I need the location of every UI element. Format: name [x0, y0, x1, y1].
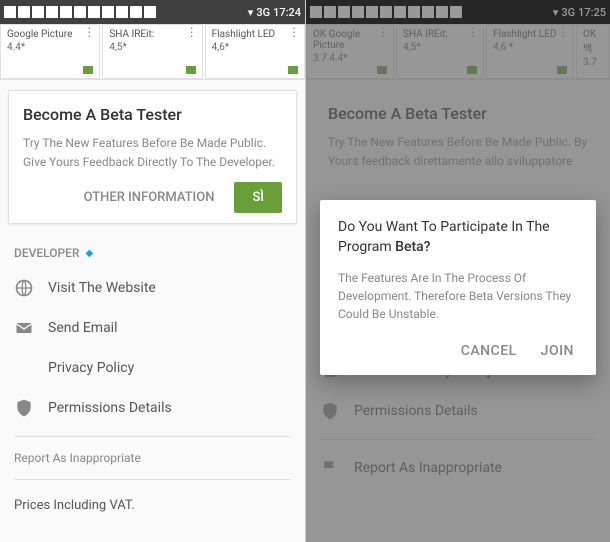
privacy-policy-row[interactable]: Privacy Policy: [0, 348, 305, 388]
app-cards-row[interactable]: ⋮ Google Picture 4.4* ⋮ SHA IREit: 4,5* …: [0, 24, 305, 80]
more-icon[interactable]: ⋮: [186, 29, 198, 35]
visit-website-row[interactable]: Visit The Website: [0, 268, 305, 308]
join-button[interactable]: JOIN: [537, 337, 578, 365]
left-screenshot: ▾ 3G 17:24 ⋮ Google Picture 4.4* ⋮ SHA I…: [0, 0, 305, 542]
app-rating: 4,6*: [212, 42, 298, 53]
developer-section-header[interactable]: DEVELOPER ◆: [0, 234, 305, 268]
divider: [14, 436, 291, 437]
free-badge-icon: [186, 66, 196, 74]
row-label: Visit The Website: [48, 280, 156, 296]
app-card[interactable]: ⋮ SHA IREit: 4,5*: [102, 24, 202, 79]
app-card[interactable]: ⋮ Google Picture 4.4*: [0, 24, 100, 79]
time-label: 17:24: [273, 6, 301, 19]
footer-text: Prices Including VAT.: [0, 488, 305, 523]
row-label: Privacy Policy: [48, 360, 134, 376]
signal-icon: ▾: [248, 6, 254, 19]
blank-icon: [14, 358, 34, 378]
app-card[interactable]: ⋮ Flashlight LED 4,6*: [205, 24, 305, 79]
beta-body: Try The New Features Before Be Made Publ…: [23, 134, 282, 172]
developer-label: DEVELOPER: [14, 246, 80, 260]
app-name: Google Picture: [7, 29, 93, 40]
network-label: 3G: [256, 6, 270, 19]
right-screenshot: ▾ 3G 17:25 ⋮ OK Google Picture 3.7 4.4* …: [305, 0, 610, 542]
app-rating: 4,5*: [109, 42, 195, 53]
yes-button[interactable]: SÌ: [234, 182, 282, 213]
app-name: SHA IREit:: [109, 29, 195, 40]
dialog-title: Do You Want To Participate In The Progra…: [338, 218, 578, 257]
more-icon[interactable]: ⋮: [288, 29, 300, 35]
beta-tester-card: Become A Beta Tester Try The New Feature…: [8, 90, 297, 224]
status-icons: [4, 6, 248, 18]
cancel-button[interactable]: CANCEL: [457, 337, 521, 365]
free-badge-icon: [288, 66, 298, 74]
permissions-row[interactable]: Permissions Details: [0, 388, 305, 428]
beta-join-dialog: Do You Want To Participate In The Progra…: [320, 200, 596, 375]
dialog-body: The Features Are In The Process Of Devel…: [338, 269, 578, 323]
other-info-button[interactable]: OTHER INFORMATION: [74, 182, 225, 213]
app-name: Flashlight LED: [212, 29, 298, 40]
divider: [14, 479, 291, 480]
shield-icon: [14, 398, 34, 418]
send-email-row[interactable]: Send Email: [0, 308, 305, 348]
app-rating: 4.4*: [7, 42, 93, 53]
email-icon: [14, 318, 34, 338]
report-link[interactable]: Report As Inappropriate: [0, 445, 305, 471]
more-icon[interactable]: ⋮: [83, 29, 95, 35]
expand-icon: ◆: [86, 248, 94, 259]
row-label: Send Email: [48, 320, 118, 336]
globe-icon: [14, 278, 34, 298]
free-badge-icon: [83, 66, 93, 74]
beta-title: Become A Beta Tester: [23, 105, 282, 124]
row-label: Permissions Details: [48, 400, 172, 416]
status-bar: ▾ 3G 17:24: [0, 0, 305, 24]
